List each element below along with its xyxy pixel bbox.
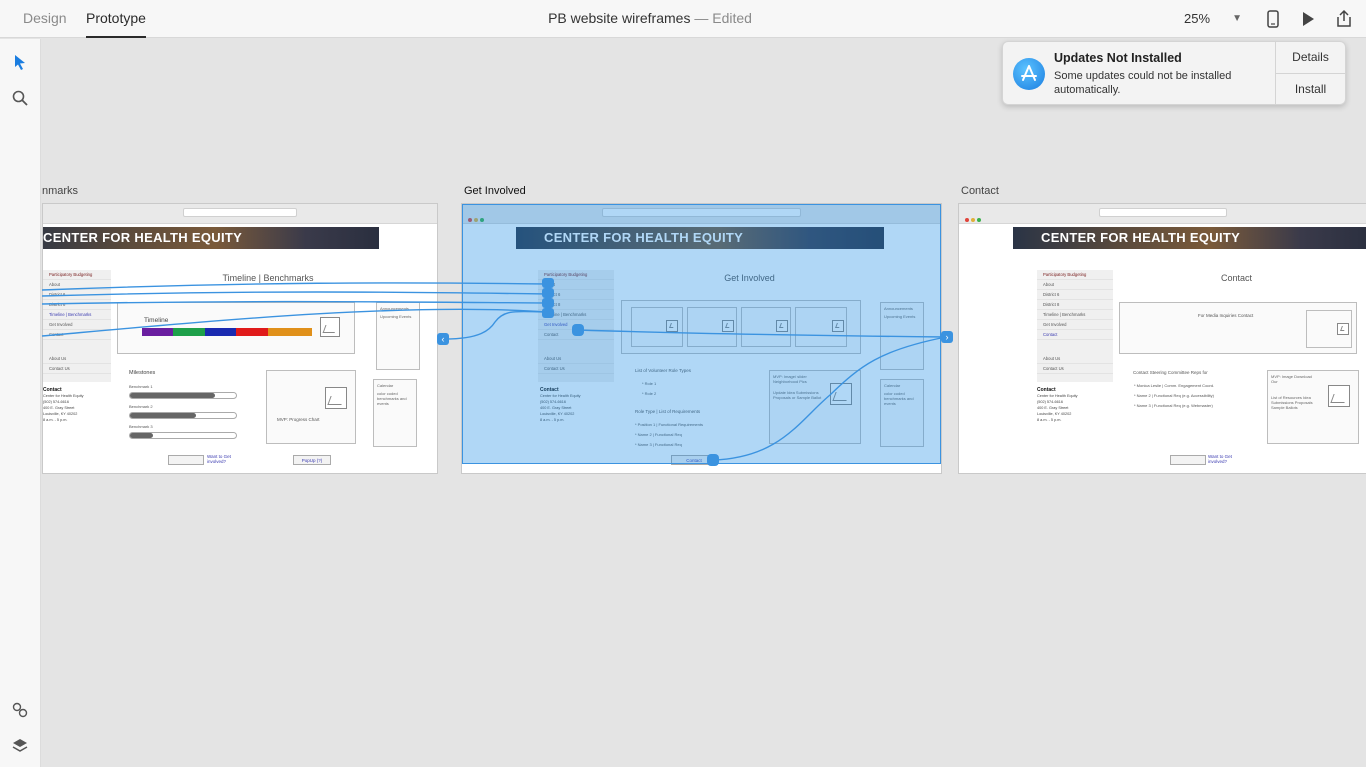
announcements-box: Announcements Upcoming Events xyxy=(376,302,420,370)
sidebar-nav: Participatory Budgeting About District 6… xyxy=(1037,270,1113,382)
artboard-label-get-involved[interactable]: Get Involved xyxy=(464,185,526,197)
sidebar-nav: Participatory Budgeting About District 6… xyxy=(43,270,111,382)
progress-chart-box: MVP: Progress Chart xyxy=(266,370,356,444)
page-title: Contact xyxy=(1220,273,1253,283)
device-preview-icon[interactable] xyxy=(1263,9,1283,29)
share-icon[interactable] xyxy=(1334,9,1354,29)
timeline-color-bar xyxy=(142,328,313,336)
image-placeholder-icon xyxy=(325,387,347,409)
artboard-label-contact[interactable]: Contact xyxy=(961,185,999,197)
zoom-select[interactable]: 25% ▼ xyxy=(1176,8,1248,30)
artboard-label-benchmarks[interactable]: nmarks xyxy=(42,185,78,197)
forward-link-handle[interactable]: › xyxy=(941,331,953,343)
app-store-icon xyxy=(1013,58,1045,90)
artboard-contact[interactable]: CENTER FOR HEALTH EQUITY Participatory B… xyxy=(958,203,1366,474)
artboard-benchmarks[interactable]: CENTER FOR HEALTH EQUITY Participatory B… xyxy=(42,203,438,474)
selection-overlay xyxy=(462,204,941,464)
artboard-get-involved[interactable]: CENTER FOR HEALTH EQUITY Participatory B… xyxy=(461,203,942,474)
notification-body: Some updates could not be installed auto… xyxy=(1054,70,1232,96)
calendar-box: Calendar color coded benchmarks and even… xyxy=(373,379,417,447)
update-notification: Updates Not Installed Some updates could… xyxy=(1002,41,1346,105)
get-involved-input[interactable] xyxy=(1170,455,1206,465)
document-name: PB website wireframes xyxy=(548,10,691,26)
timeline-box: Timeline xyxy=(117,302,355,354)
search-icon[interactable] xyxy=(11,89,29,107)
page-title: Timeline | Benchmarks xyxy=(222,273,314,283)
hero-banner: CENTER FOR HEALTH EQUITY xyxy=(43,227,379,249)
select-arrow-icon[interactable] xyxy=(11,53,29,71)
assets-icon[interactable] xyxy=(11,701,29,719)
back-link-handle[interactable]: ‹ xyxy=(437,333,449,345)
contact-block: Contact Center for Health Equity (502) 5… xyxy=(1037,387,1078,422)
resources-box: MVP: Image Download Our List of Resource… xyxy=(1267,370,1359,444)
layers-icon[interactable] xyxy=(11,737,29,755)
top-toolbar: Design Prototype PB website wireframes —… xyxy=(0,0,1366,38)
media-contact-box: For Media Inquiries Contact xyxy=(1119,302,1357,354)
document-status: Edited xyxy=(712,10,752,26)
image-placeholder-icon xyxy=(1328,385,1350,407)
details-button[interactable]: Details xyxy=(1276,42,1345,73)
image-placeholder-icon xyxy=(1337,323,1349,335)
install-button[interactable]: Install xyxy=(1276,73,1345,104)
chevron-down-icon: ▼ xyxy=(1232,13,1242,24)
popup-button[interactable]: PopUp (?) xyxy=(293,455,331,465)
get-involved-input[interactable] xyxy=(168,455,204,465)
left-toolbar xyxy=(0,39,41,767)
image-placeholder-icon xyxy=(320,317,340,337)
notification-title: Updates Not Installed xyxy=(1054,51,1182,65)
play-icon[interactable] xyxy=(1298,9,1318,29)
document-title: PB website wireframes — Edited xyxy=(548,10,752,26)
contact-block: Contact Center for Health Equity (502) 5… xyxy=(43,387,84,422)
hero-banner: CENTER FOR HEALTH EQUITY xyxy=(1013,227,1366,249)
